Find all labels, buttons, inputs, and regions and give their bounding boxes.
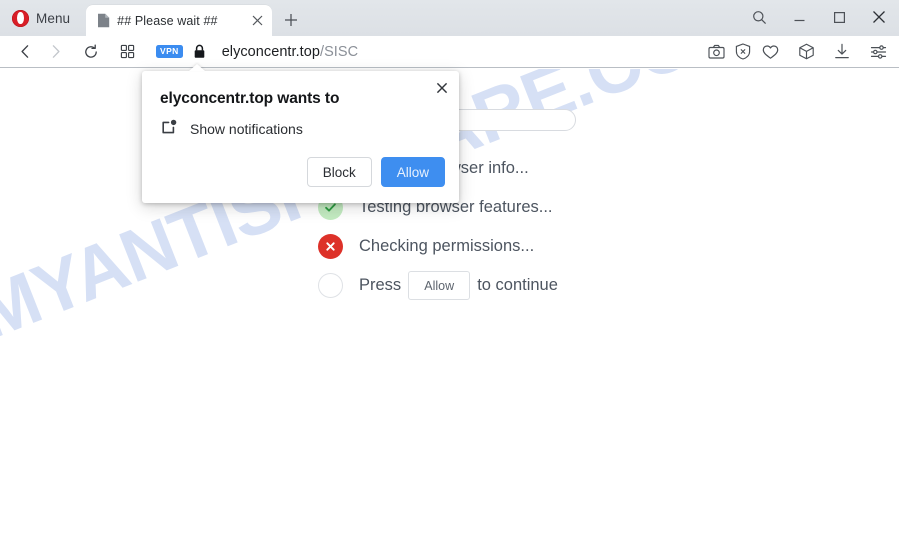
final-step-prefix: Press	[359, 276, 402, 294]
tab-grid-icon[interactable]	[112, 39, 142, 65]
address-bar[interactable]: VPN elyconcentr.top/SISC	[156, 39, 702, 65]
snapshot-icon[interactable]	[703, 39, 729, 65]
block-button[interactable]: Block	[306, 157, 372, 187]
new-tab-button[interactable]	[278, 7, 304, 33]
tab-active[interactable]: ## Please wait ##	[86, 5, 273, 36]
check-step-row: Checking permissions...	[318, 227, 618, 266]
check-step-label: Checking permissions...	[359, 237, 535, 255]
forward-arrow-icon	[40, 39, 70, 65]
browser-toolbar-icons	[702, 39, 891, 65]
minimize-icon[interactable]	[779, 1, 819, 33]
notification-permission-dialog: elyconcentr.top wants to Show notificati…	[142, 64, 459, 203]
dialog-close-icon[interactable]	[431, 77, 453, 99]
back-arrow-icon[interactable]	[10, 39, 40, 65]
error-cross-icon	[318, 234, 343, 259]
heart-icon[interactable]	[757, 39, 783, 65]
vpn-badge[interactable]: VPN	[156, 45, 183, 58]
tab-title: ## Please wait ##	[117, 13, 218, 28]
dialog-title: elyconcentr.top wants to	[160, 90, 340, 107]
tab-bar: Menu ## Please wait ##	[0, 0, 899, 36]
window-controls	[739, 0, 899, 34]
url-path: /SISC	[319, 43, 359, 60]
opera-menu-button[interactable]: Menu	[4, 4, 80, 32]
dialog-caret	[189, 64, 205, 71]
browser-window: Menu ## Please wait ## VPN elyconcentr.t…	[0, 0, 899, 547]
menu-button-label: Menu	[36, 10, 71, 26]
inline-allow-button[interactable]: Allow	[408, 271, 471, 300]
reload-icon[interactable]	[76, 39, 106, 65]
dialog-body: Show notifications	[142, 108, 459, 140]
opera-logo-icon	[12, 9, 29, 27]
dialog-permission-label: Show notifications	[190, 121, 303, 137]
notification-badge-icon	[161, 118, 178, 140]
close-icon[interactable]	[859, 1, 899, 33]
final-step-text: Press Allow to continue	[359, 271, 558, 300]
allow-button[interactable]: Allow	[380, 157, 445, 187]
navigation-bar: VPN elyconcentr.top/SISC	[0, 36, 899, 68]
dialog-actions: Block Allow	[142, 140, 459, 203]
tab-close-icon[interactable]	[248, 12, 266, 30]
url-host: elyconcentr.top	[221, 43, 320, 60]
page-icon	[97, 13, 110, 28]
workspaces-cube-icon[interactable]	[793, 39, 819, 65]
easy-setup-icon[interactable]	[865, 39, 891, 65]
search-icon[interactable]	[739, 1, 779, 33]
pending-circle-icon	[318, 273, 343, 298]
padlock-icon[interactable]	[193, 44, 206, 59]
maximize-icon[interactable]	[819, 1, 859, 33]
ad-blocker-icon[interactable]	[730, 39, 756, 65]
downloads-icon[interactable]	[829, 39, 855, 65]
final-step-suffix: to continue	[477, 276, 558, 294]
final-step-row: Press Allow to continue	[318, 266, 618, 305]
